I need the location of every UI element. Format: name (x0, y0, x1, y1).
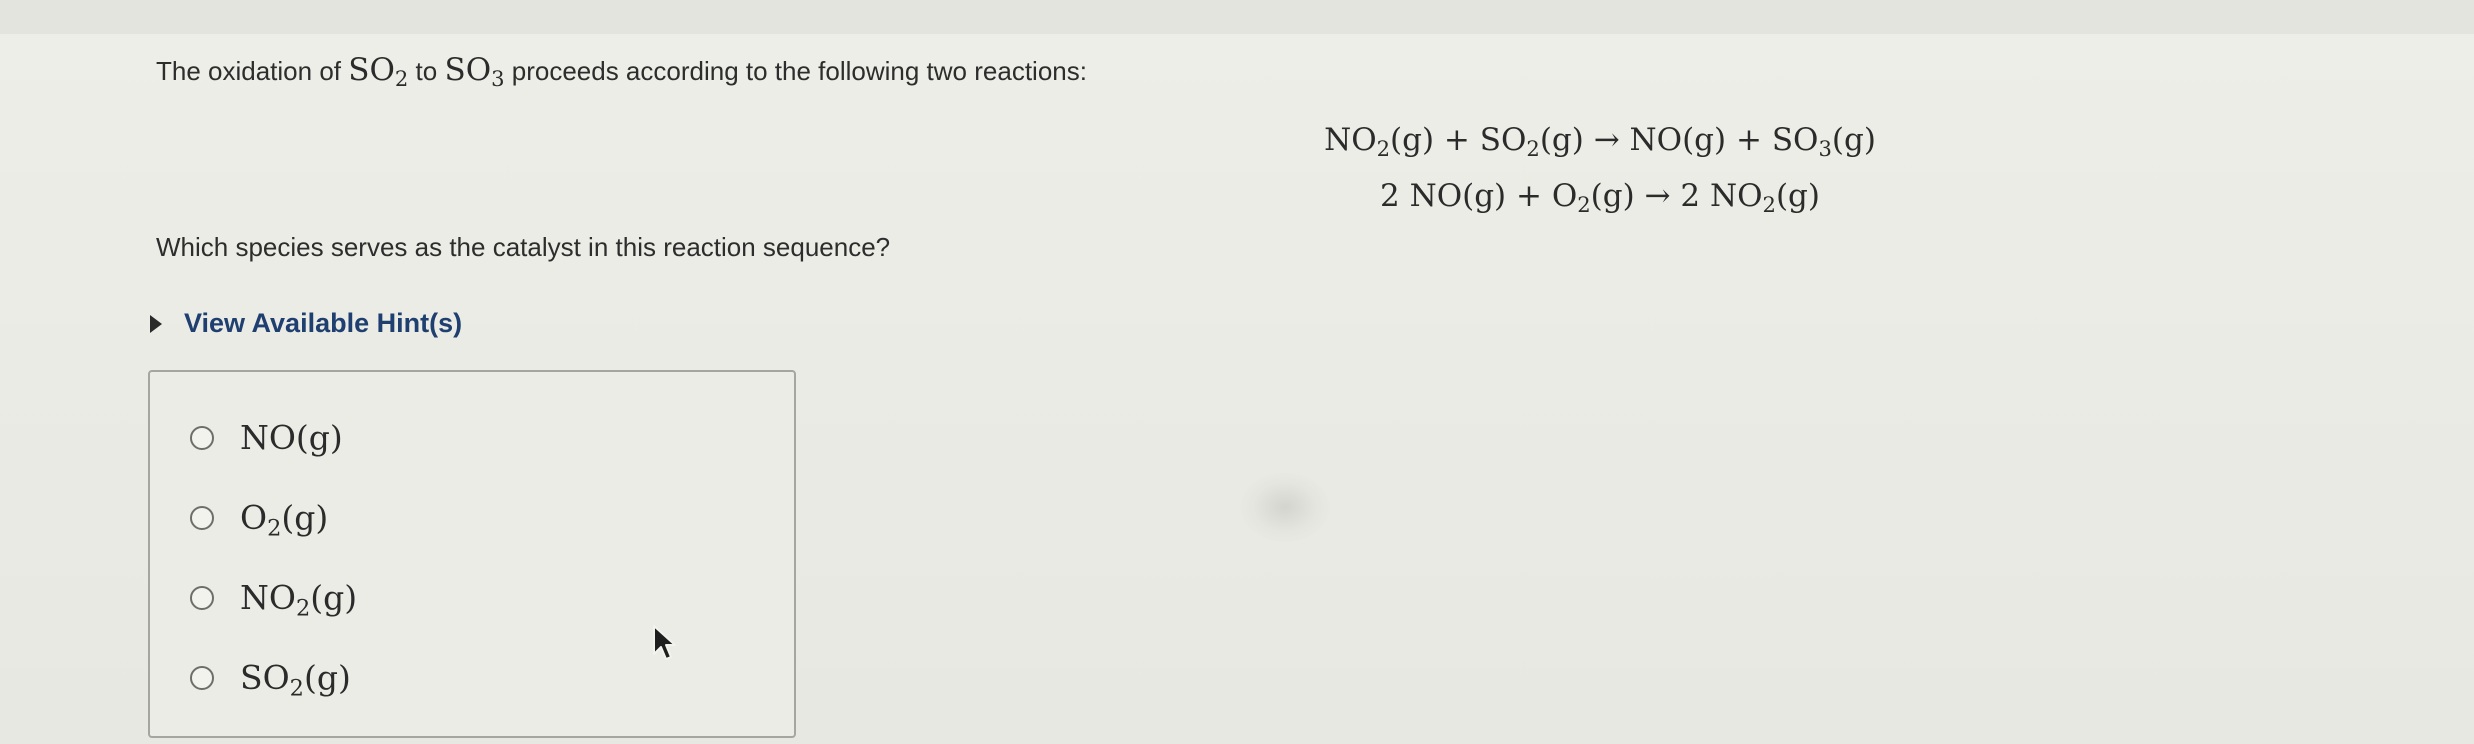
option-so2[interactable]: SO2(g) (190, 658, 351, 702)
reaction-2: 2 NO(g) + O2(g) → 2 NO2(g) (1380, 178, 1820, 217)
species-so3: SO3 (444, 52, 505, 91)
screen-glare (1240, 472, 1330, 542)
radio-button[interactable] (190, 665, 214, 690)
intro-middle: to (408, 56, 445, 86)
option-label: NO(g) (240, 418, 343, 457)
reaction-equations: NO2(g) + SO2(g) → NO(g) + SO3(g) 2 NO(g)… (1290, 112, 1910, 224)
hint-link-label: View Available Hint(s) (184, 308, 463, 338)
mouse-pointer-icon (653, 625, 676, 660)
option-o2[interactable]: O2(g) (190, 498, 329, 542)
intro-before: The oxidation of (156, 56, 349, 86)
question-intro: The oxidation of SO2 to SO3 proceeds acc… (156, 52, 1087, 91)
species-so2: SO2 (348, 52, 409, 91)
page: The oxidation of SO2 to SO3 proceeds acc… (0, 0, 2474, 744)
intro-after: proceeds according to the following two … (504, 56, 1087, 86)
option-label: O2(g) (240, 498, 329, 542)
reaction-1: NO2(g) + SO2(g) → NO(g) + SO3(g) (1324, 122, 1876, 161)
radio-button[interactable] (190, 585, 214, 610)
expand-triangle-icon (150, 314, 162, 333)
option-no[interactable]: NO(g) (190, 418, 343, 457)
view-hints-toggle[interactable]: View Available Hint(s) (150, 308, 462, 339)
option-label: NO2(g) (240, 578, 358, 622)
radio-button[interactable] (190, 505, 214, 530)
answer-options-box: NO(g) O2(g) NO2(g) SO2(g) (148, 370, 796, 738)
top-band (0, 0, 2474, 34)
question-prompt: Which species serves as the catalyst in … (156, 232, 891, 262)
radio-button[interactable] (190, 425, 214, 450)
option-no2[interactable]: NO2(g) (190, 578, 358, 622)
option-label: SO2(g) (240, 658, 351, 702)
